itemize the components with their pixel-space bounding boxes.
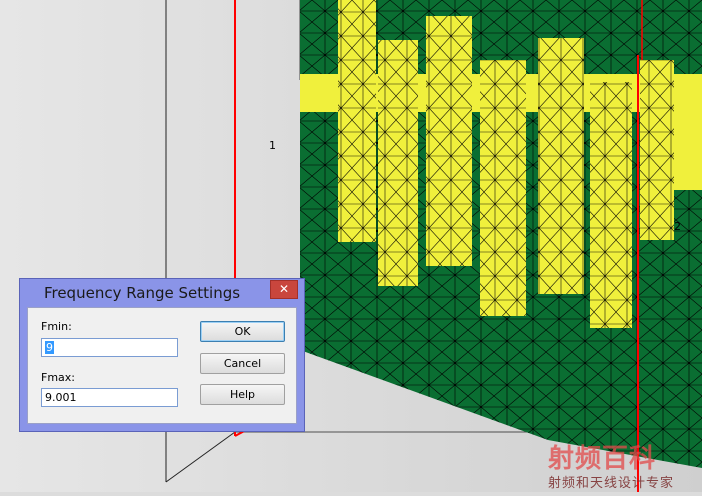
- dialog-titlebar[interactable]: Frequency Range Settings ✕: [20, 279, 304, 307]
- cancel-button[interactable]: Cancel: [200, 353, 285, 374]
- fmin-label: Fmin:: [41, 320, 72, 333]
- ok-button[interactable]: OK: [200, 321, 285, 342]
- fmax-label: Fmax:: [41, 371, 75, 384]
- port-label-1: 1: [269, 139, 276, 152]
- fmin-field[interactable]: 9: [41, 338, 178, 357]
- help-button[interactable]: Help: [200, 384, 285, 405]
- frequency-range-dialog: Frequency Range Settings ✕ Fmin: 9 Fmax:…: [19, 278, 305, 432]
- watermark-logo-text: 射频百科: [548, 444, 657, 474]
- dialog-body: Fmin: 9 Fmax: 9.001 OK Cancel Help: [27, 307, 297, 424]
- close-button[interactable]: ✕: [270, 280, 298, 299]
- port-label-2: 2: [674, 220, 681, 233]
- fmax-field[interactable]: 9.001: [41, 388, 178, 407]
- watermark: 射频百科 射频和天线设计专家: [548, 436, 702, 492]
- close-icon: ✕: [278, 282, 290, 296]
- dialog-title: Frequency Range Settings: [43, 284, 241, 302]
- watermark-tagline: 射频和天线设计专家: [548, 476, 675, 491]
- fmin-value: 9: [45, 341, 54, 354]
- fmax-value: 9.001: [45, 391, 77, 404]
